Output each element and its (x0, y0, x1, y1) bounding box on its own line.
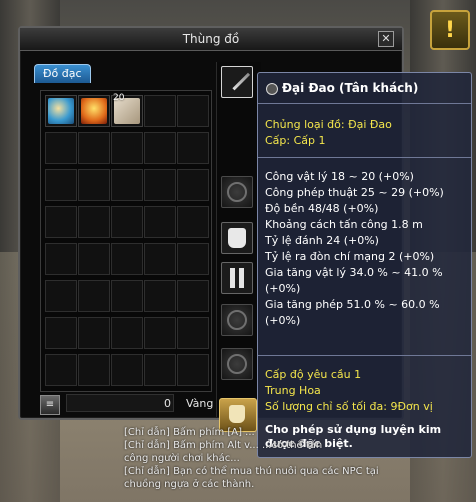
inventory-slot[interactable] (177, 95, 209, 127)
requirement-line: Cấp độ yêu cầu 1 (265, 368, 362, 381)
inventory-slot[interactable] (144, 132, 176, 164)
equipment-column (216, 62, 261, 432)
stat-line: Tỷ lệ ra đòn chí mạng 2 (+0%) (265, 250, 435, 263)
inventory-slot[interactable] (78, 317, 110, 349)
tooltip-divider (258, 355, 471, 356)
item-type-line: Chủng loại đồ: Đại Đao (265, 118, 392, 131)
inventory-slot[interactable]: 20 (111, 93, 143, 127)
inventory-slot[interactable] (177, 243, 209, 275)
bracelet-slot[interactable] (221, 304, 253, 336)
ring-slot-2[interactable] (221, 348, 253, 380)
inventory-slot[interactable] (111, 317, 143, 349)
sword-icon (232, 72, 251, 91)
inventory-slot[interactable] (45, 280, 77, 312)
inventory-slot[interactable] (111, 354, 143, 386)
inventory-slot[interactable] (45, 132, 77, 164)
inventory-slot[interactable] (177, 206, 209, 238)
inventory-slot[interactable] (111, 206, 143, 238)
costume-icon (229, 405, 245, 423)
inventory-slot[interactable] (177, 354, 209, 386)
requirement-line: Số lượng chỉ số tối đa: 9Đơn vị (265, 400, 433, 413)
fire-helmet-icon (81, 98, 107, 124)
window-title: Thùng đồ (20, 28, 402, 51)
ring-slot-1[interactable] (221, 176, 253, 208)
inventory-slot[interactable] (45, 206, 77, 238)
inventory-slot[interactable] (111, 169, 143, 201)
inventory-slot[interactable] (78, 243, 110, 275)
tooltip-title: Đại Đao (Tân khách) (282, 81, 419, 95)
inventory-slot[interactable] (177, 132, 209, 164)
sort-inventory-button[interactable]: ≡ (40, 395, 60, 415)
inventory-slot[interactable] (45, 243, 77, 275)
inventory-slot[interactable] (144, 243, 176, 275)
ring-icon (227, 182, 247, 202)
inventory-slot[interactable] (144, 206, 176, 238)
stat-line: Khoảng cách tấn công 1.8 m (265, 218, 423, 231)
chat-log: [Chỉ dẫn] Bấm phím [A] ... [Chỉ dẫn] Bấm … (124, 426, 474, 491)
inventory-slot[interactable] (78, 206, 110, 238)
tab-items[interactable]: Đồ đạc (34, 64, 91, 83)
tooltip-divider (258, 103, 471, 104)
inventory-slot[interactable] (78, 95, 110, 127)
stack-count: 20 (113, 93, 125, 103)
stat-line: Tỷ lệ đánh 24 (+0%) (265, 234, 379, 247)
inventory-slot[interactable] (144, 317, 176, 349)
inventory-slot[interactable] (177, 317, 209, 349)
ring-icon (227, 354, 247, 374)
alert-exclamation-icon[interactable]: ! (430, 10, 470, 50)
inventory-slot[interactable] (78, 132, 110, 164)
item-grade-icon (266, 83, 278, 95)
tooltip-divider (258, 157, 471, 158)
money-unit-label: Vàng (186, 397, 214, 410)
chat-line: chuồng ngựa ở các thành. (124, 479, 255, 490)
inventory-slot[interactable] (111, 132, 143, 164)
pants-icon (230, 268, 244, 288)
inventory-slot[interactable] (78, 354, 110, 386)
inventory-slot[interactable] (144, 169, 176, 201)
ice-armor-icon (48, 98, 74, 124)
item-tooltip: Đại Đao (Tân khách) Chủng loại đồ: Đại Đ… (257, 72, 472, 458)
inventory-slot[interactable] (144, 95, 176, 127)
bracelet-icon (227, 310, 247, 330)
inventory-slot[interactable] (45, 354, 77, 386)
money-value: 0 (66, 394, 174, 412)
stat-line: (+0%) (265, 314, 301, 327)
inventory-slot[interactable] (45, 169, 77, 201)
chat-line: công người chơi khác... (124, 453, 240, 464)
stat-line: Độ bền 48/48 (+0%) (265, 202, 379, 215)
inventory-slot[interactable] (177, 169, 209, 201)
money-bar: ≡ 0 Vàng (40, 394, 213, 415)
inventory-slot[interactable] (45, 317, 77, 349)
inventory-grid: 20 (40, 90, 212, 392)
stat-line: Công phép thuật 25 ~ 29 (+0%) (265, 186, 444, 199)
inventory-slot[interactable] (78, 169, 110, 201)
stat-line: Gia tăng vật lý 34.0 % ~ 41.0 % (265, 266, 443, 279)
close-icon[interactable]: ✕ (378, 31, 394, 47)
inventory-slot[interactable] (177, 280, 209, 312)
weapon-slot[interactable] (221, 66, 253, 98)
chat-line: [Chỉ dẫn] Bạn có thể mua thú nuôi qua cá… (124, 466, 379, 477)
requirement-line: Trung Hoa (265, 384, 321, 397)
stat-line: (+0%) (265, 282, 301, 295)
item-level-line: Cấp: Cấp 1 (265, 134, 326, 147)
inventory-slot[interactable] (45, 95, 77, 127)
inventory-slot[interactable] (78, 280, 110, 312)
armor-icon (228, 228, 246, 248)
inventory-slot[interactable] (144, 280, 176, 312)
chat-line: [Chỉ dẫn] Bấm phím Alt v... ...có thể tấ… (124, 440, 323, 451)
inventory-slot[interactable] (111, 243, 143, 275)
inventory-slot[interactable] (111, 280, 143, 312)
stat-line: Công vật lý 18 ~ 20 (+0%) (265, 170, 414, 183)
pants-slot[interactable] (221, 262, 253, 294)
stat-line: Gia tăng phép 51.0 % ~ 60.0 % (265, 298, 440, 311)
inventory-slot[interactable] (144, 354, 176, 386)
chat-line: [Chỉ dẫn] Bấm phím [A] ... (124, 427, 255, 438)
armor-slot[interactable] (221, 222, 253, 254)
